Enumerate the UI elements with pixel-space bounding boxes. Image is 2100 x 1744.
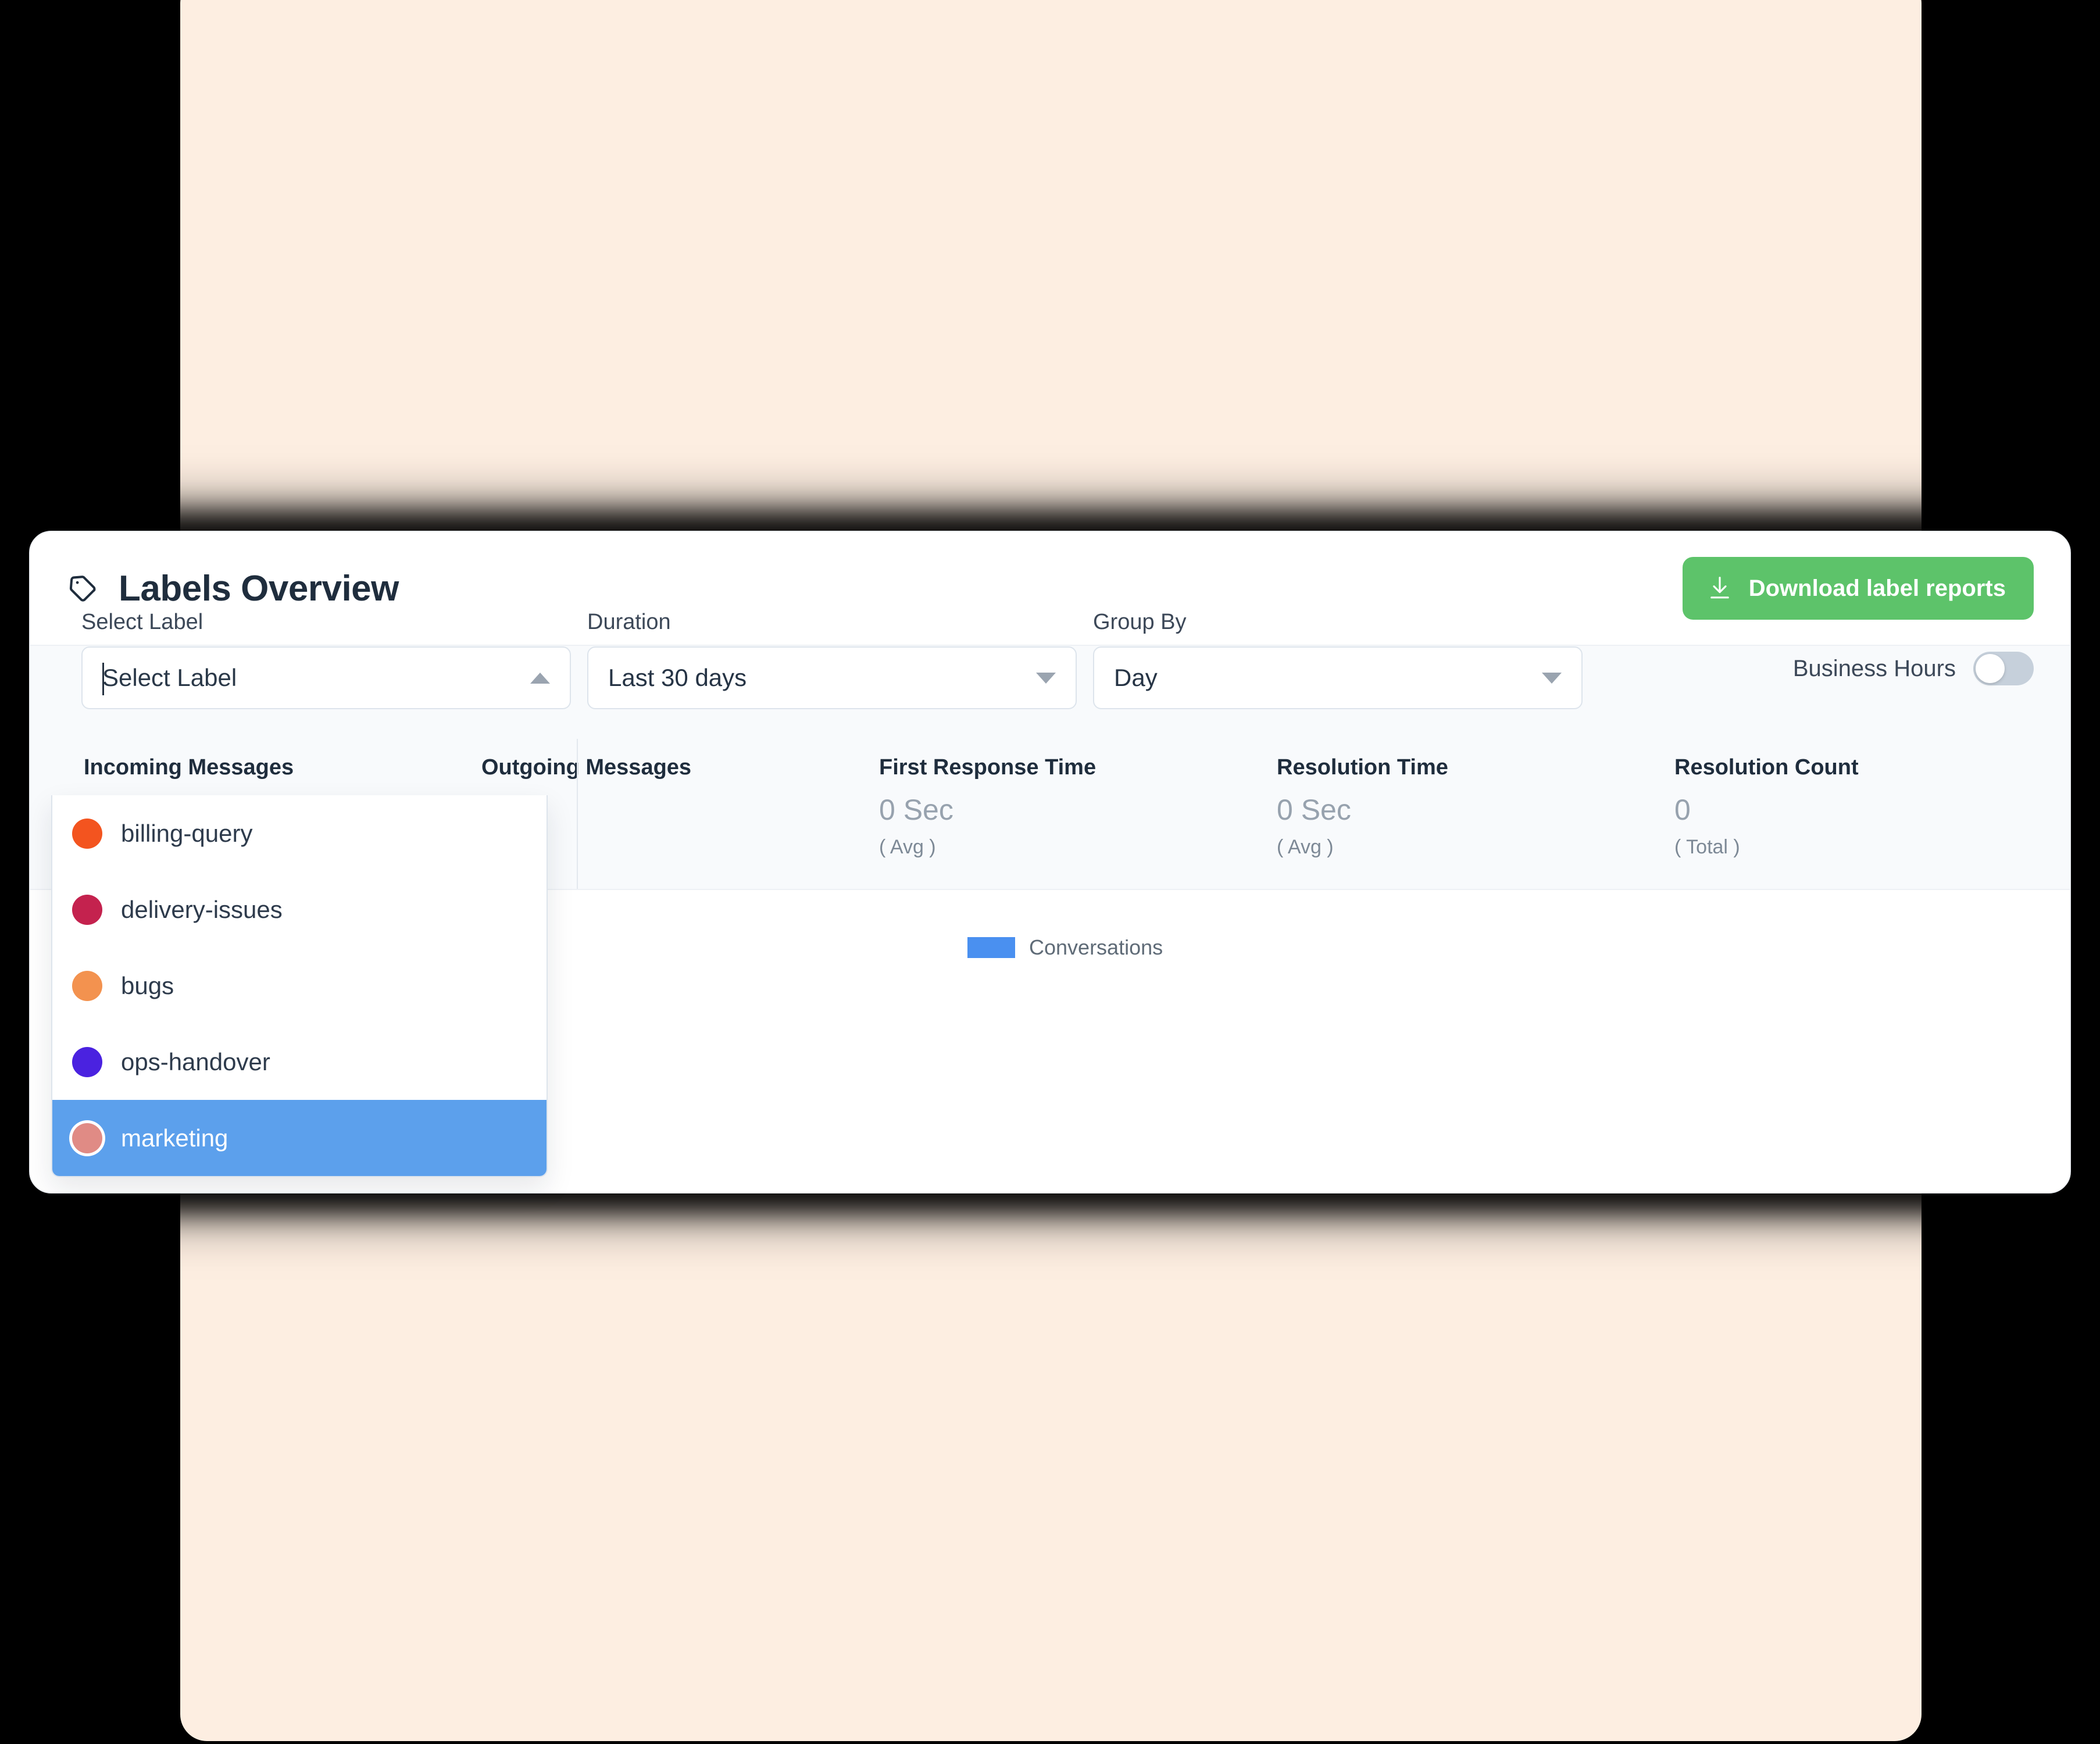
label-color-dot: [72, 1123, 102, 1153]
download-icon: [1708, 576, 1731, 601]
metric-resolution-time: Resolution Time 0 Sec ( Avg ): [1274, 739, 1672, 889]
metric-title: Outgoing Messages: [481, 755, 692, 780]
business-hours-label: Business Hours: [1792, 655, 1956, 681]
label-dropdown-menu: billing-query delivery-issues bugs ops-h…: [51, 795, 548, 1177]
group-by-value: Day: [1114, 664, 1158, 691]
select-label-field-label: Select Label: [81, 610, 203, 634]
label-option-billing-query[interactable]: billing-query: [52, 795, 547, 871]
screenshot-stage: Labels Overview Download label reports S…: [0, 0, 2100, 1744]
label-option-marketing[interactable]: marketing: [52, 1100, 547, 1176]
metric-value: 0: [1674, 794, 1691, 826]
metric-subtitle: ( Total ): [1674, 836, 1740, 858]
label-option-text: marketing: [121, 1124, 228, 1152]
label-color-dot: [72, 818, 102, 849]
metric-title: Incoming Messages: [84, 755, 294, 780]
select-label-filter: Select Label Select Label: [81, 610, 571, 709]
label-option-ops-handover[interactable]: ops-handover: [52, 1024, 547, 1100]
metrics-divider: [577, 739, 578, 889]
label-option-delivery-issues[interactable]: delivery-issues: [52, 871, 547, 948]
metric-first-response-time: First Response Time 0 Sec ( Avg ): [877, 739, 1274, 889]
metric-subtitle: ( Avg ): [1277, 836, 1334, 858]
chevron-down-icon[interactable]: [1542, 672, 1562, 684]
metric-subtitle: ( Avg ): [879, 836, 936, 858]
business-hours-control: Business Hours: [1793, 652, 2034, 685]
metric-title: First Response Time: [879, 755, 1097, 780]
label-color-dot: [72, 894, 102, 925]
header-left-group: Labels Overview: [67, 568, 399, 609]
select-label-input[interactable]: Select Label: [81, 646, 571, 709]
label-option-bugs[interactable]: bugs: [52, 948, 547, 1024]
text-cursor: [102, 663, 104, 695]
toggle-knob: [1976, 654, 2005, 683]
duration-value: Last 30 days: [608, 664, 747, 691]
chevron-down-icon[interactable]: [1036, 672, 1056, 684]
metric-value: 0 Sec: [1277, 794, 1351, 826]
duration-filter: Duration Last 30 days: [587, 610, 1077, 709]
group-by-filter: Group By Day: [1093, 610, 1583, 709]
legend-label-conversations: Conversations: [1029, 935, 1163, 959]
tag-icon: [67, 573, 99, 604]
filter-bar: Select Label Select Label Duration Last …: [30, 610, 2070, 739]
duration-field-label: Duration: [587, 610, 671, 634]
label-color-dot: [72, 970, 102, 1001]
download-label-reports-button[interactable]: Download label reports: [1682, 557, 2034, 620]
chart-legend: Conversations: [967, 935, 1163, 960]
label-option-text: delivery-issues: [121, 895, 283, 923]
legend-swatch-conversations: [967, 937, 1015, 958]
page-title: Labels Overview: [119, 568, 399, 609]
chevron-up-icon[interactable]: [530, 672, 550, 684]
label-color-dot: [72, 1046, 102, 1077]
select-label-placeholder: Select Label: [102, 664, 237, 691]
duration-select[interactable]: Last 30 days: [587, 646, 1077, 709]
group-by-field-label: Group By: [1093, 610, 1187, 634]
metric-title: Resolution Time: [1277, 755, 1448, 780]
metric-resolution-count: Resolution Count 0 ( Total ): [1672, 739, 2070, 889]
download-button-label: Download label reports: [1748, 575, 2006, 601]
group-by-select[interactable]: Day: [1093, 646, 1583, 709]
label-option-text: ops-handover: [121, 1048, 270, 1075]
metric-value: 0 Sec: [879, 794, 953, 826]
label-option-text: billing-query: [121, 819, 253, 847]
metric-title: Resolution Count: [1674, 755, 1859, 780]
label-option-text: bugs: [121, 971, 174, 999]
business-hours-toggle[interactable]: [1973, 652, 2034, 685]
